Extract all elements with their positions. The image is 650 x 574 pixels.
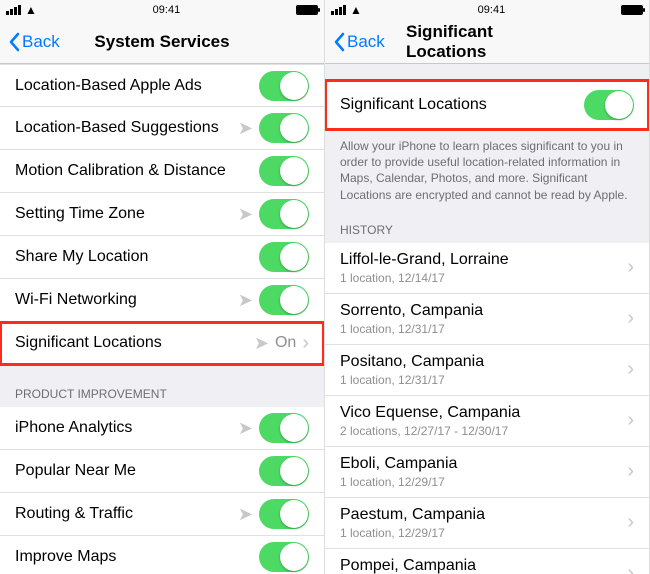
- wifi-icon: ▲: [350, 3, 362, 17]
- row-label: Location-Based Suggestions: [15, 119, 238, 137]
- signal-icon: [6, 5, 21, 15]
- toggle-switch[interactable]: [259, 499, 309, 529]
- history-place: Paestum, Campania: [340, 506, 627, 524]
- row-improve-maps[interactable]: Improve Maps: [0, 536, 324, 574]
- row-share-location[interactable]: Share My Location: [0, 236, 324, 279]
- phone-right: ▲ 09:41 Back Significant Locations Signi…: [325, 0, 650, 574]
- history-detail: 1 location, 12/31/17: [340, 322, 627, 336]
- history-row[interactable]: Liffol-le-Grand, Lorraine 1 location, 12…: [325, 243, 649, 294]
- row-label: Significant Locations: [340, 96, 584, 114]
- history-place: Liffol-le-Grand, Lorraine: [340, 251, 627, 269]
- history-row[interactable]: Paestum, Campania 1 location, 12/29/17 ›: [325, 498, 649, 549]
- history-detail: 1 location, 12/31/17: [340, 373, 627, 387]
- row-label: Wi-Fi Networking: [15, 291, 238, 309]
- back-button[interactable]: Back: [8, 32, 60, 52]
- history-detail: 2 locations, 12/27/17 - 12/30/17: [340, 424, 627, 438]
- toggle-switch[interactable]: [259, 242, 309, 272]
- chevron-left-icon: [8, 32, 20, 52]
- chevron-right-icon: ›: [627, 256, 634, 279]
- history-detail: 1 location, 12/29/17: [340, 526, 627, 540]
- section-header-history: HISTORY: [325, 217, 649, 243]
- toggle-switch[interactable]: [259, 156, 309, 186]
- row-label: Improve Maps: [15, 548, 259, 566]
- location-arrow-icon: ➤: [238, 418, 253, 439]
- wifi-icon: ▲: [25, 3, 37, 17]
- toggle-switch[interactable]: [259, 199, 309, 229]
- back-label: Back: [347, 32, 385, 52]
- row-label: Motion Calibration & Distance: [15, 162, 259, 180]
- battery-icon: [296, 5, 318, 15]
- description-text: Allow your iPhone to learn places signif…: [325, 130, 649, 217]
- row-label: iPhone Analytics: [15, 419, 238, 437]
- nav-bar: Back System Services: [0, 20, 324, 64]
- status-bar: ▲ 09:41: [0, 0, 324, 20]
- chevron-right-icon: ›: [627, 562, 634, 574]
- toggle-switch[interactable]: [259, 285, 309, 315]
- row-value: On: [275, 334, 296, 352]
- section-header-product: PRODUCT IMPROVEMENT: [0, 381, 324, 407]
- chevron-right-icon: ›: [627, 307, 634, 330]
- location-arrow-icon: ➤: [254, 333, 269, 354]
- page-title: Significant Locations: [406, 22, 568, 62]
- row-label: Significant Locations: [15, 334, 254, 352]
- toggle-switch[interactable]: [259, 71, 309, 101]
- history-row[interactable]: Sorrento, Campania 1 location, 12/31/17 …: [325, 294, 649, 345]
- history-row[interactable]: Eboli, Campania 1 location, 12/29/17 ›: [325, 447, 649, 498]
- chevron-right-icon: ›: [302, 332, 309, 355]
- toggle-switch[interactable]: [259, 413, 309, 443]
- nav-bar: Back Significant Locations: [325, 20, 649, 64]
- location-arrow-icon: ➤: [238, 204, 253, 225]
- battery-icon: [621, 5, 643, 15]
- row-motion-calibration[interactable]: Motion Calibration & Distance: [0, 150, 324, 193]
- location-arrow-icon: ➤: [238, 118, 253, 139]
- row-label: Routing & Traffic: [15, 505, 238, 523]
- history-place: Eboli, Campania: [340, 455, 627, 473]
- toggle-switch[interactable]: [259, 542, 309, 572]
- row-iphone-analytics[interactable]: iPhone Analytics ➤: [0, 407, 324, 450]
- row-label: Location-Based Apple Ads: [15, 77, 259, 95]
- status-bar: ▲ 09:41: [325, 0, 649, 20]
- row-significant-locations[interactable]: Significant Locations ➤ On ›: [0, 322, 324, 365]
- row-popular-near-me[interactable]: Popular Near Me: [0, 450, 324, 493]
- row-wifi-networking[interactable]: Wi-Fi Networking ➤: [0, 279, 324, 322]
- chevron-left-icon: [333, 32, 345, 52]
- chevron-right-icon: ›: [627, 460, 634, 483]
- status-time: 09:41: [153, 4, 181, 16]
- row-location-suggestions[interactable]: Location-Based Suggestions ➤: [0, 107, 324, 150]
- toggle-switch[interactable]: [259, 113, 309, 143]
- history-row[interactable]: Positano, Campania 1 location, 12/31/17 …: [325, 345, 649, 396]
- toggle-switch[interactable]: [259, 456, 309, 486]
- settings-content[interactable]: Location-Based Apple Ads Location-Based …: [0, 64, 324, 574]
- row-significant-locations-toggle[interactable]: Significant Locations: [325, 80, 649, 130]
- history-row[interactable]: Vico Equense, Campania 2 locations, 12/2…: [325, 396, 649, 447]
- row-label: Share My Location: [15, 248, 259, 266]
- row-label: Popular Near Me: [15, 462, 259, 480]
- phone-left: ▲ 09:41 Back System Services Location-Ba…: [0, 0, 325, 574]
- row-label: Setting Time Zone: [15, 205, 238, 223]
- back-label: Back: [22, 32, 60, 52]
- chevron-right-icon: ›: [627, 358, 634, 381]
- history-row[interactable]: Pompei, Campania 3 locations, 12/27/17 -…: [325, 549, 649, 574]
- signal-icon: [331, 5, 346, 15]
- toggle-switch[interactable]: [584, 90, 634, 120]
- row-setting-timezone[interactable]: Setting Time Zone ➤: [0, 193, 324, 236]
- row-location-apple-ads[interactable]: Location-Based Apple Ads: [0, 64, 324, 107]
- chevron-right-icon: ›: [627, 511, 634, 534]
- back-button[interactable]: Back: [333, 32, 385, 52]
- history-place: Positano, Campania: [340, 353, 627, 371]
- location-arrow-icon: ➤: [238, 290, 253, 311]
- row-routing-traffic[interactable]: Routing & Traffic ➤: [0, 493, 324, 536]
- chevron-right-icon: ›: [627, 409, 634, 432]
- page-title: System Services: [94, 32, 229, 52]
- location-arrow-icon: ➤: [238, 504, 253, 525]
- history-detail: 1 location, 12/14/17: [340, 271, 627, 285]
- history-place: Sorrento, Campania: [340, 302, 627, 320]
- status-time: 09:41: [478, 4, 506, 16]
- settings-content[interactable]: Significant Locations Allow your iPhone …: [325, 64, 649, 574]
- history-place: Vico Equense, Campania: [340, 404, 627, 422]
- history-detail: 1 location, 12/29/17: [340, 475, 627, 489]
- history-place: Pompei, Campania: [340, 557, 627, 574]
